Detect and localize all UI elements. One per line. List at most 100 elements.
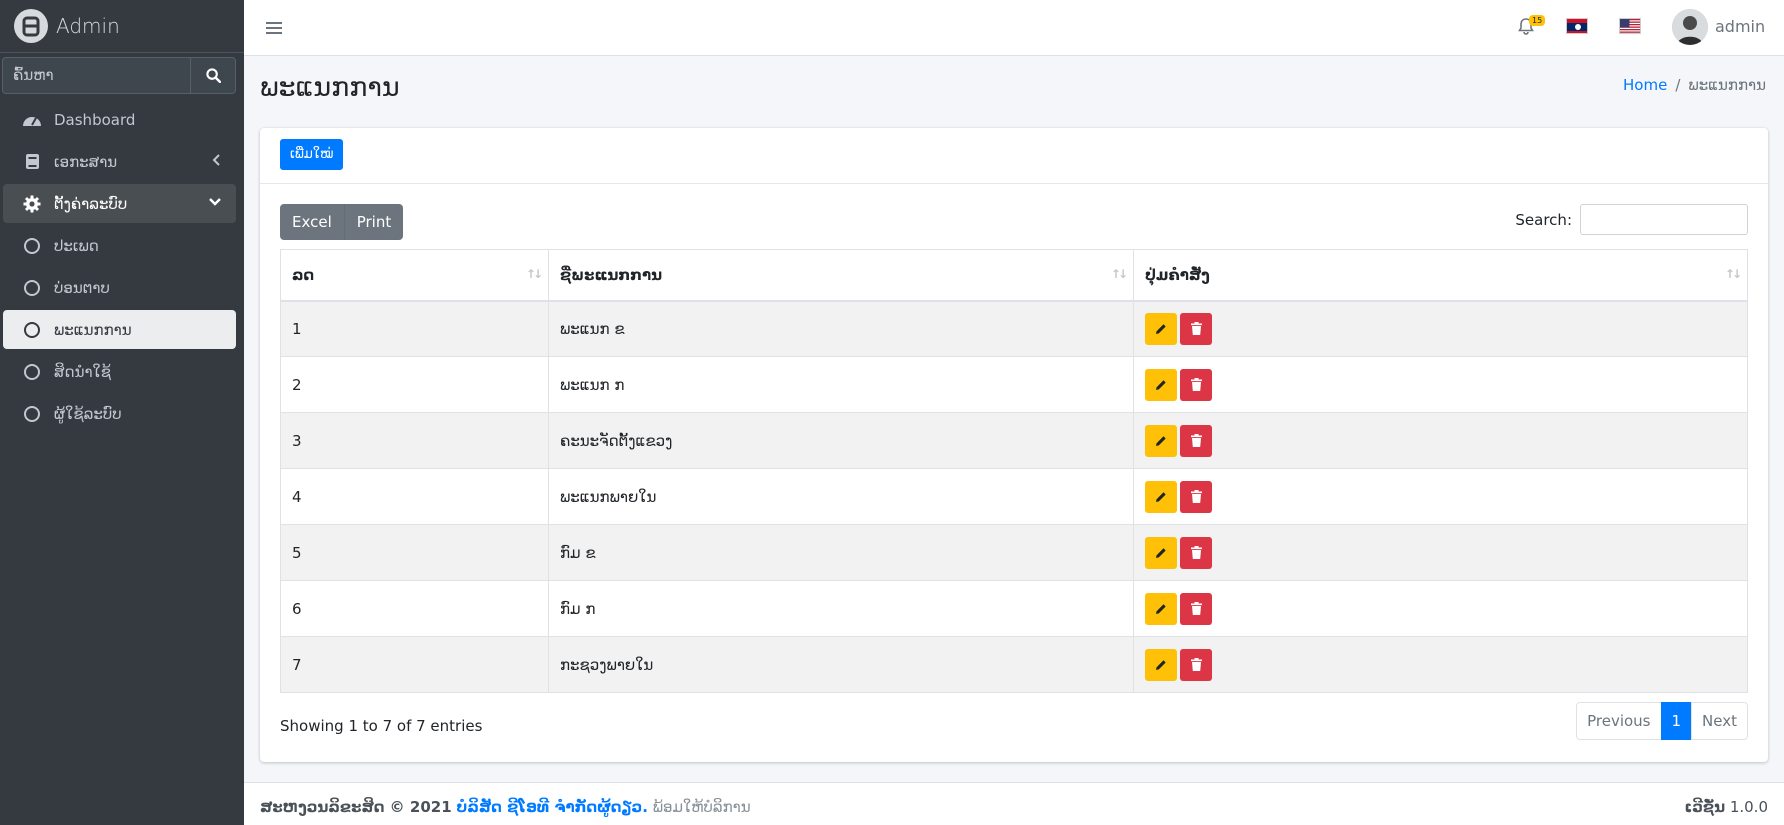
sidebar-nav: Dashboard ເອກະສານ ຕັ້ງຄ່າລະບົບ ປະເພດ ບ່ອ…: [0, 100, 244, 433]
menu-toggle-icon[interactable]: [266, 20, 282, 39]
sort-icon: ↑↓: [1724, 267, 1742, 281]
footer-suffix: ພ້ອມໃຫ້ບໍລິການ: [652, 798, 751, 816]
trash-icon: [1190, 546, 1202, 559]
delete-button[interactable]: [1180, 536, 1212, 569]
sidebar-item-label: ບ່ອນຕາບ: [54, 278, 110, 297]
pagination-page-1[interactable]: 1: [1660, 702, 1693, 740]
table-row: 6 ກົມ ກ: [280, 580, 1748, 637]
excel-button[interactable]: Excel: [280, 204, 344, 240]
sidebar-item-label: ເອກະສານ: [54, 152, 118, 171]
delete-button[interactable]: [1180, 368, 1212, 401]
edit-button[interactable]: [1145, 424, 1177, 457]
column-header-actions[interactable]: ປຸ່ມຄຳສັ່ງ ↑↓: [1133, 249, 1748, 302]
sidebar-item-location[interactable]: ບ່ອນຕາບ: [3, 268, 236, 307]
footer-company-link[interactable]: ບໍລິສັດ ຊີໂອທີ ຈຳກັດຜູ້ດຽວ.: [456, 798, 647, 816]
cell-no: 4: [280, 468, 549, 525]
sidebar-item-label: ປະເພດ: [54, 236, 99, 255]
sidebar-search: ຄົ້ນຫາ: [2, 57, 236, 94]
column-header-name[interactable]: ຊື່ພະແນກການ ↑↓: [548, 249, 1134, 302]
cell-name: ກົມ ຂ: [548, 524, 1134, 581]
circle-icon: [24, 405, 40, 422]
add-new-button[interactable]: ເພີ່ມໃໝ່: [280, 139, 344, 170]
breadcrumb-home-link[interactable]: Home: [1623, 76, 1667, 94]
table-row: 2 ພະແນກ ກ: [280, 356, 1748, 413]
search-label: Search:: [1515, 210, 1572, 229]
book-icon: [21, 153, 43, 170]
cell-name: ຄະນະຈັດຕັ້ງແຂວງ: [548, 412, 1134, 469]
trash-icon: [1190, 322, 1202, 336]
breadcrumb-separator: /: [1675, 76, 1681, 94]
search-icon: [205, 68, 221, 83]
gear-icon: [21, 195, 43, 213]
sidebar-item-users[interactable]: ຜູ້ໃຊ້ລະບົບ: [3, 394, 236, 433]
cell-no: 3: [280, 412, 549, 469]
pagination-previous[interactable]: Previous: [1576, 702, 1662, 740]
sidebar-item-documents[interactable]: ເອກະສານ: [3, 142, 236, 181]
table-search: Search:: [1515, 204, 1748, 235]
sidebar-item-permissions[interactable]: ສິດນຳໃຊ້: [3, 352, 236, 391]
circle-icon: [24, 279, 40, 296]
trash-icon: [1190, 658, 1202, 671]
username[interactable]: admin: [1715, 17, 1765, 36]
brand[interactable]: Admin: [0, 0, 244, 53]
notification-badge: 15: [1529, 15, 1546, 26]
brand-title: Admin: [56, 14, 120, 38]
sidebar-item-label: ພະແນກການ: [54, 320, 132, 339]
trash-icon: [1190, 378, 1202, 391]
lao-flag-icon[interactable]: [1566, 18, 1588, 34]
card-header: ເພີ່ມໃໝ່: [260, 128, 1768, 184]
sort-icon: ↑↓: [525, 267, 543, 281]
page-title: ພະແນກການ: [260, 72, 400, 103]
pencil-icon: [1156, 547, 1166, 558]
sidebar-item-label: ຕັ້ງຄ່າລະບົບ: [54, 194, 128, 213]
delete-button[interactable]: [1180, 592, 1212, 625]
edit-button[interactable]: [1145, 312, 1177, 345]
edit-button[interactable]: [1145, 368, 1177, 401]
brand-logo-icon: [14, 9, 48, 43]
cell-no: 2: [280, 356, 549, 413]
edit-button[interactable]: [1145, 536, 1177, 569]
version-label: ເວີຊັ່ນ: [1684, 798, 1726, 816]
version-number: 1.0.0: [1729, 798, 1768, 816]
sidebar: Admin ຄົ້ນຫາ Dashboard ເອກະສານ ຕັ້ງຄ່າລະ…: [0, 0, 244, 825]
cell-no: 7: [280, 636, 549, 693]
table-row: 3 ຄະນະຈັດຕັ້ງແຂວງ: [280, 412, 1748, 469]
cell-name: ກະຊວງພາຍໃນ: [548, 636, 1134, 693]
pencil-icon: [1156, 379, 1166, 390]
edit-button[interactable]: [1145, 480, 1177, 513]
sidebar-item-department[interactable]: ພະແນກການ: [3, 310, 236, 349]
edit-button[interactable]: [1145, 648, 1177, 681]
sidebar-item-settings[interactable]: ຕັ້ງຄ່າລະບົບ: [3, 184, 236, 223]
search-input[interactable]: [1580, 204, 1748, 235]
footer: ສະຫງວນລິຂະສິດ © 2021 ບໍລິສັດ ຊີໂອທີ ຈຳກັ…: [244, 782, 1784, 825]
delete-button[interactable]: [1180, 648, 1212, 681]
cell-name: ພະແນກ ຂ: [548, 300, 1134, 357]
footer-copyright: ສະຫງວນລິຂະສິດ © 2021: [260, 798, 452, 816]
edit-button[interactable]: [1145, 592, 1177, 625]
delete-button[interactable]: [1180, 424, 1212, 457]
table-row: 5 ກົມ ຂ: [280, 524, 1748, 581]
circle-icon: [24, 321, 40, 338]
print-button[interactable]: Print: [343, 204, 404, 240]
pencil-icon: [1156, 491, 1166, 502]
sidebar-search-input[interactable]: ຄົ້ນຫາ: [2, 57, 190, 94]
delete-button[interactable]: [1180, 312, 1212, 345]
avatar[interactable]: [1672, 9, 1708, 45]
cell-name: ພະແນກພາຍໃນ: [548, 468, 1134, 525]
delete-button[interactable]: [1180, 480, 1212, 513]
department-table: ລດ ↑↓ ຊື່ພະແນກການ ↑↓ ປຸ່ມຄຳສັ່ງ ↑↓ 1 ພະແນກ …: [280, 249, 1748, 693]
pencil-icon: [1156, 659, 1166, 670]
sidebar-item-type[interactable]: ປະເພດ: [3, 226, 236, 265]
sidebar-search-button[interactable]: [190, 57, 236, 94]
cell-no: 5: [280, 524, 549, 581]
column-header-no[interactable]: ລດ ↑↓: [280, 249, 549, 302]
us-flag-icon[interactable]: [1619, 18, 1641, 34]
pagination: Previous 1 Next: [1576, 702, 1748, 740]
sidebar-item-dashboard[interactable]: Dashboard: [3, 100, 236, 139]
cell-no: 1: [280, 300, 549, 357]
trash-icon: [1190, 602, 1202, 615]
trash-icon: [1190, 490, 1202, 503]
circle-icon: [24, 363, 40, 380]
pagination-next[interactable]: Next: [1691, 702, 1748, 740]
breadcrumb-current: ພະແນກການ: [1688, 76, 1766, 94]
